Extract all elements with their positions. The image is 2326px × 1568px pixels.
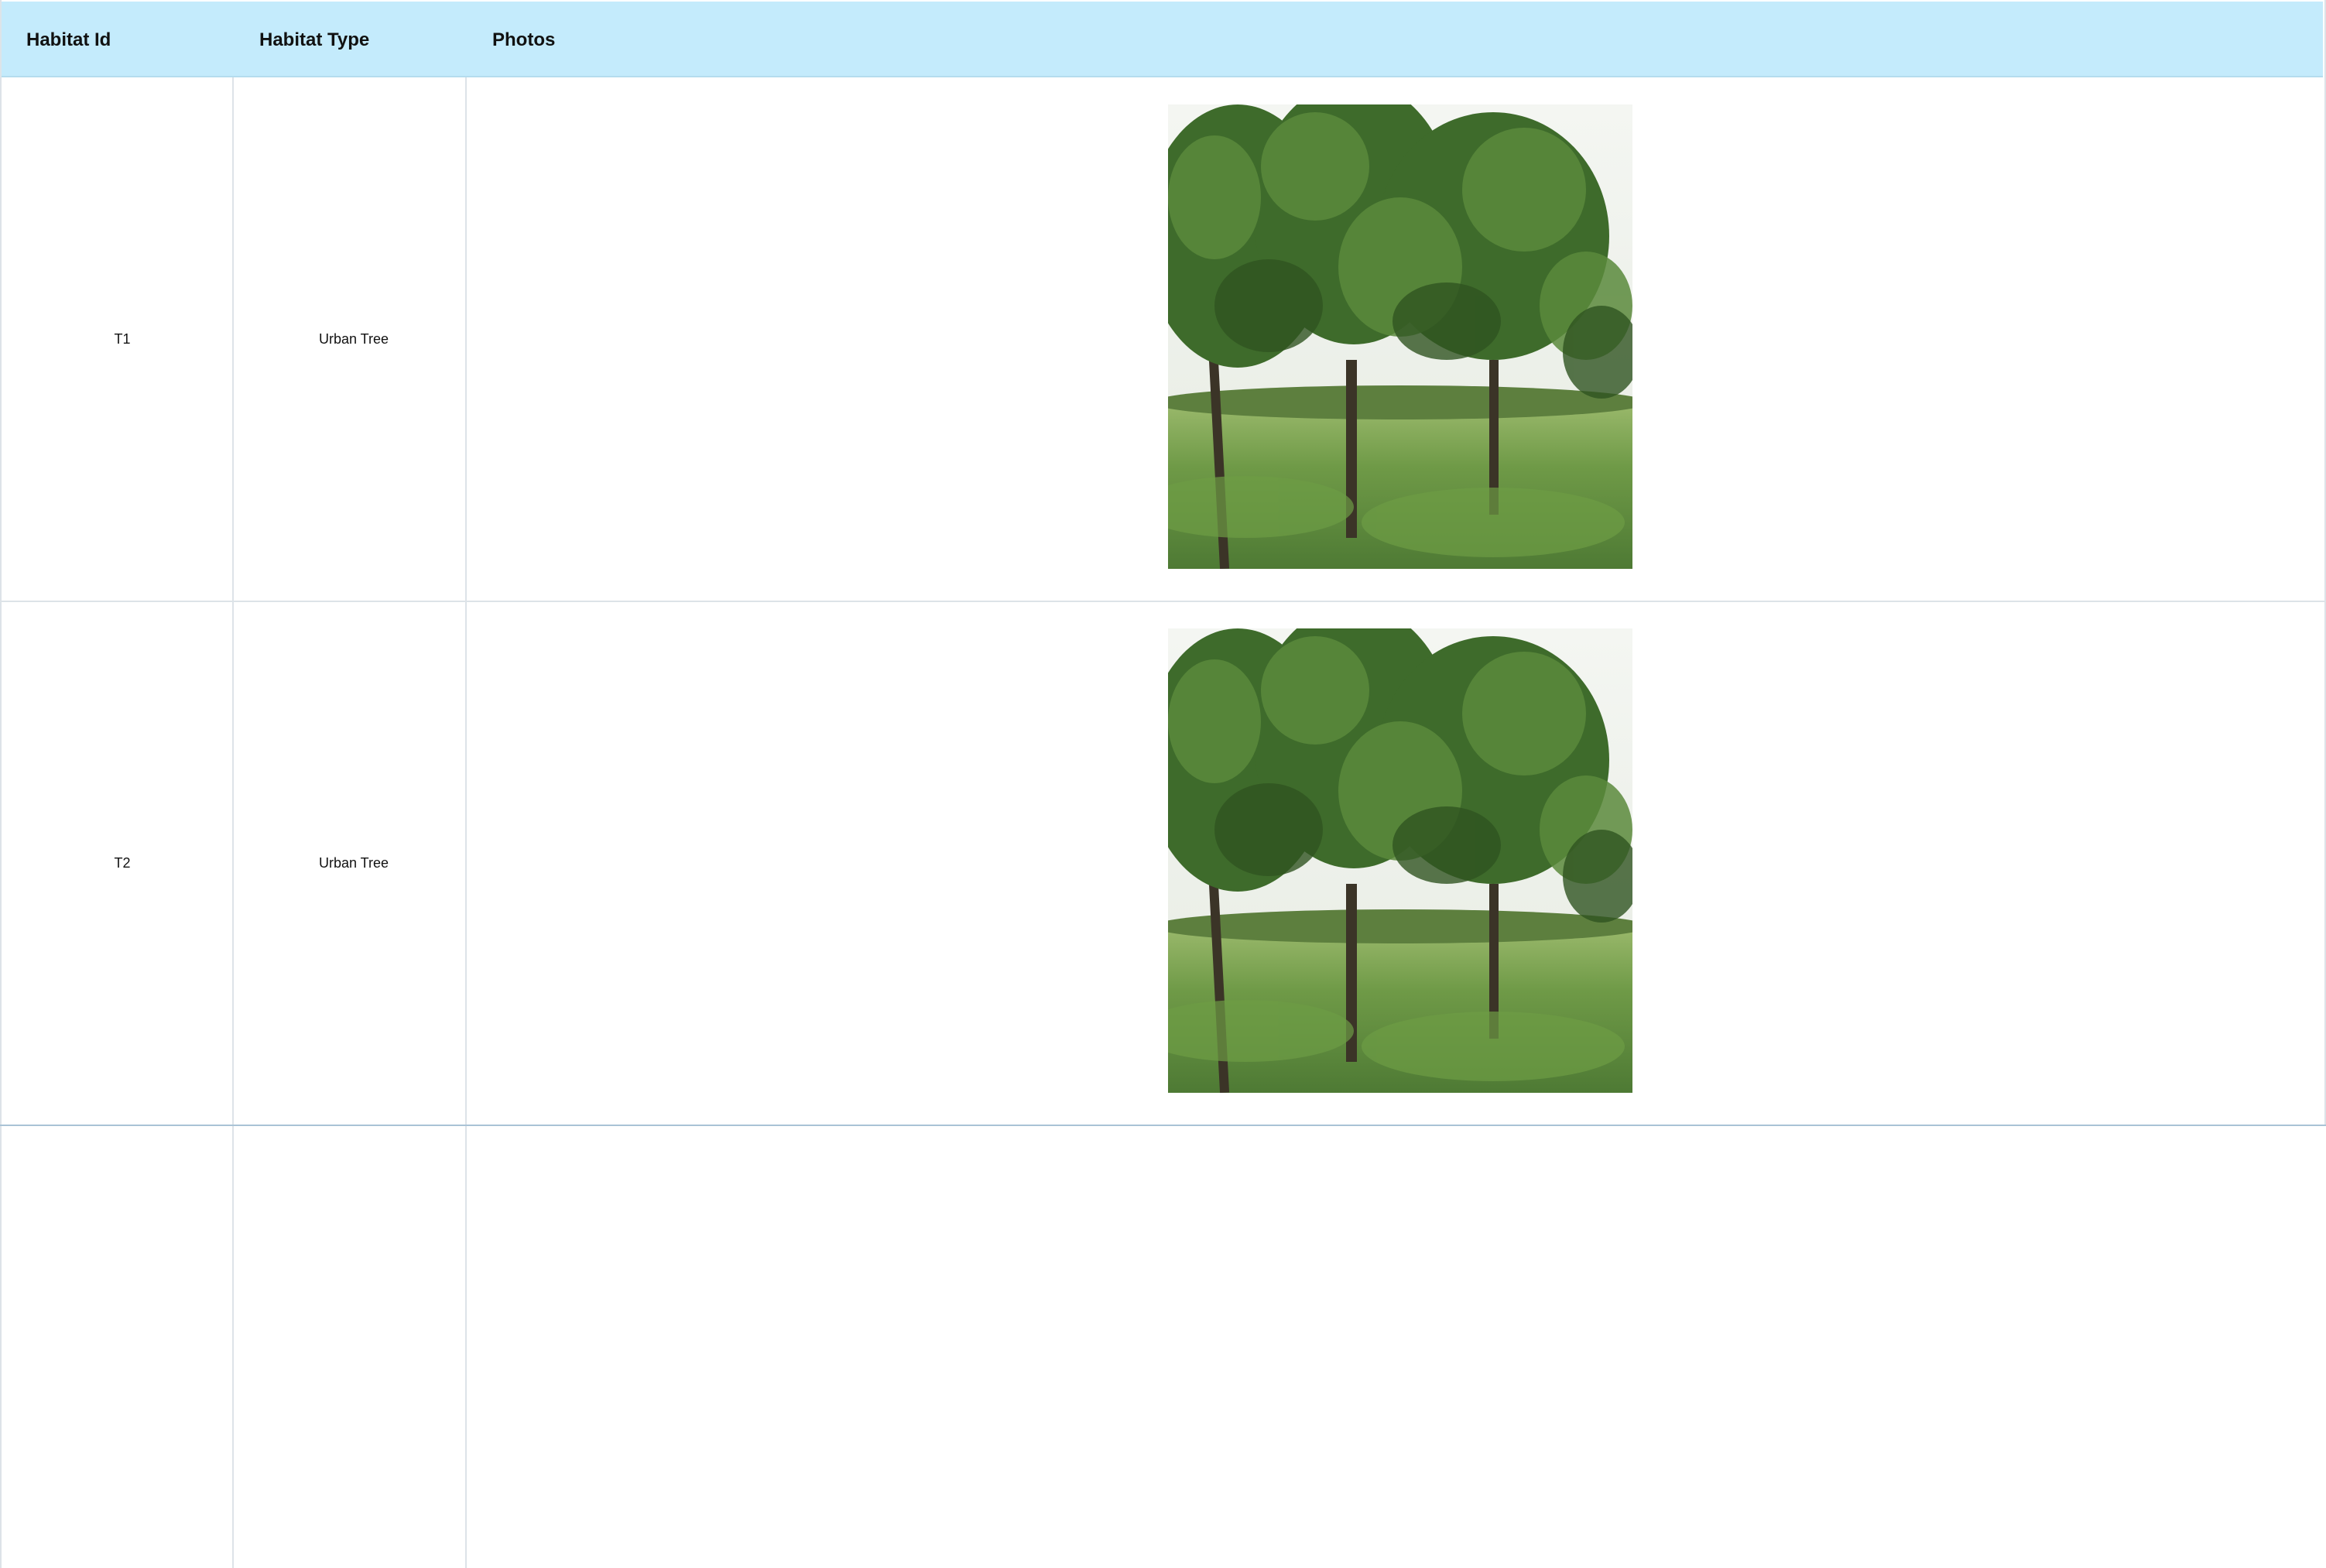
grid-line: [0, 601, 2326, 602]
habitat-id-cell: T2: [114, 855, 131, 871]
habitat-type-cell: Urban Tree: [318, 331, 389, 347]
table-header: Habitat Id Habitat Type Photos: [2, 2, 2323, 77]
habitat-type-cell: Urban Tree: [318, 855, 389, 871]
column-header-photos[interactable]: Photos: [492, 2, 555, 76]
column-header-habitat-id[interactable]: Habitat Id: [26, 2, 111, 76]
tree-photo[interactable]: [1168, 104, 1632, 569]
column-header-habitat-type[interactable]: Habitat Type: [259, 2, 369, 76]
empty-row: [0, 1126, 2326, 1568]
habitat-id-cell: T1: [114, 331, 131, 347]
habitat-table: Habitat Id Habitat Type Photos T1 Urban …: [0, 0, 2326, 1568]
tree-photo[interactable]: [1168, 628, 1632, 1093]
